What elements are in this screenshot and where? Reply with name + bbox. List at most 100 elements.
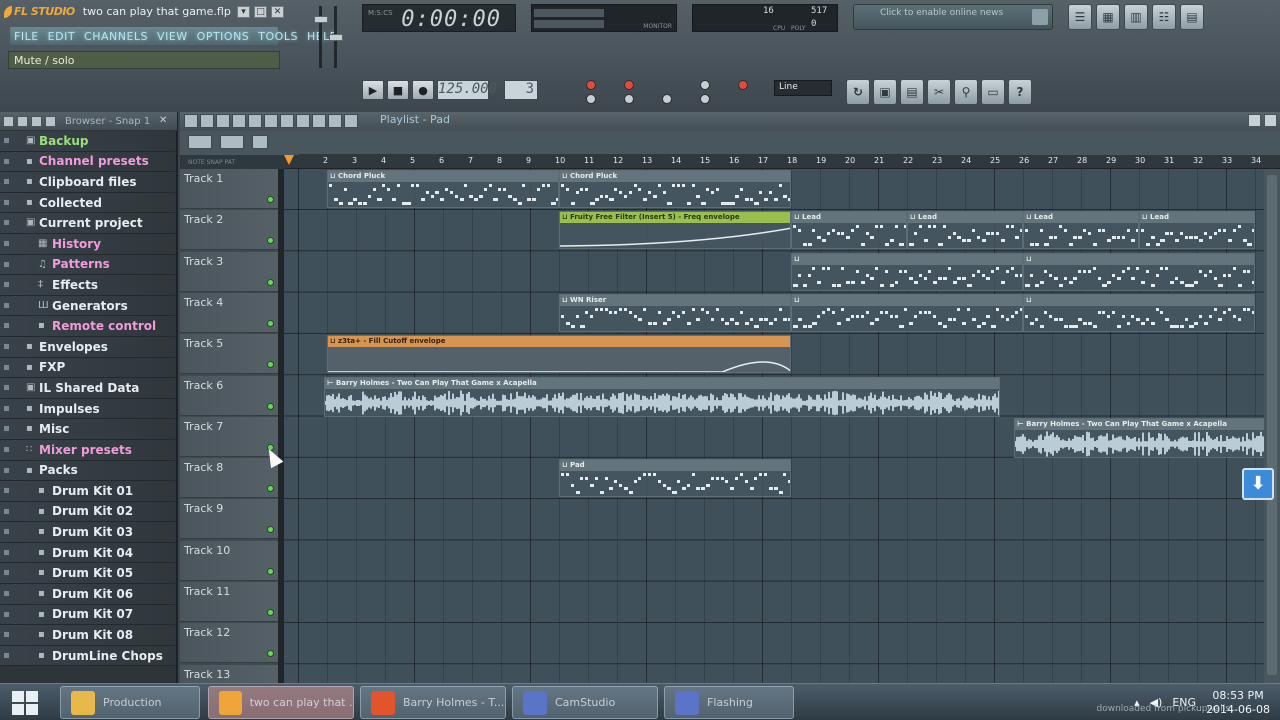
browser-item[interactable]: ▪ Clipboard files [0, 172, 176, 193]
cut-icon[interactable]: ✂ [927, 79, 951, 105]
master-volume-slider[interactable] [312, 4, 343, 70]
menu-tools[interactable]: TOOLS [258, 30, 298, 43]
track-mute-led[interactable] [267, 237, 274, 245]
browser-collapse-icon[interactable] [31, 115, 42, 127]
expand-toggle-icon[interactable] [4, 611, 9, 617]
browser-window-icon[interactable]: ☷ [1152, 4, 1176, 30]
automation-clip[interactable]: ⊔ z3ta+ - Fill Cutoff envelope [327, 335, 791, 374]
browser-item[interactable]: ▪ Drum Kit 07 [0, 604, 176, 626]
track-mode-button[interactable] [188, 135, 212, 149]
playlist-close-icon[interactable] [1264, 114, 1277, 127]
browser-item[interactable]: ▪ Drum Kit 04 [0, 542, 176, 564]
rec-option-icon[interactable] [662, 94, 672, 104]
audio-clip[interactable]: ⊢ Barry Holmes - Two Can Play That Game … [324, 376, 1000, 417]
track-header[interactable]: Track 9 [180, 499, 278, 540]
expand-toggle-icon[interactable] [4, 385, 9, 391]
save-icon[interactable]: ▣ [873, 79, 897, 105]
expand-toggle-icon[interactable] [4, 323, 9, 329]
browser-item[interactable]: ▣ IL Shared Data [0, 378, 176, 399]
minimize-button[interactable]: ▾ [237, 5, 250, 18]
browser-item[interactable]: ▪ Envelopes [0, 336, 176, 358]
expand-toggle-icon[interactable] [4, 591, 9, 597]
browser-item[interactable]: ▪ Drum Kit 03 [0, 522, 176, 543]
track-header[interactable]: Track 3 [180, 251, 278, 292]
pattern-clip[interactable]: ⊔ Chord Pluck [327, 170, 559, 208]
browser-item[interactable]: ▪ Drum Kit 08 [0, 625, 176, 646]
browser-item[interactable]: ▪ Drum Kit 06 [0, 584, 176, 605]
track-mute-led[interactable] [267, 526, 274, 534]
pattern-clip[interactable]: ⊔ [1023, 293, 1255, 332]
rec-option-icon[interactable] [700, 80, 710, 90]
expand-toggle-icon[interactable] [4, 282, 9, 288]
taskbar-button[interactable]: two can play that ... [208, 686, 354, 719]
vertical-scrollbar[interactable] [1264, 169, 1280, 684]
pattern-clip[interactable]: ⊔ [1023, 252, 1255, 291]
track-mute-led[interactable] [267, 196, 274, 203]
search-icon[interactable]: ⚲ [954, 79, 978, 105]
expand-toggle-icon[interactable] [4, 240, 9, 246]
track-mute-led[interactable] [267, 650, 274, 658]
track-header[interactable]: Track 1 [180, 169, 278, 209]
rec-option-icon[interactable] [586, 94, 596, 104]
expand-toggle-icon[interactable] [4, 138, 9, 143]
track-mute-led[interactable] [267, 609, 274, 616]
browser-item[interactable]: ▣ Current project [0, 213, 176, 234]
audio-clip[interactable]: ⊢ Barry Holmes - Two Can Play That Game … [1014, 417, 1264, 458]
menu-arrow-icon[interactable] [184, 114, 198, 128]
browser-item[interactable]: ▪ Channel presets [0, 151, 176, 173]
browser-item[interactable]: ‡ Effects [0, 275, 176, 296]
slip-icon[interactable] [280, 114, 294, 128]
track-header[interactable]: Track 12 [180, 623, 278, 664]
refresh-icon[interactable]: ↻ [846, 79, 870, 105]
disk-icon[interactable]: ▤ [900, 79, 924, 105]
snap-selector[interactable]: Line [774, 80, 832, 96]
browser-item[interactable]: ▪ Drum Kit 02 [0, 501, 176, 523]
rec-option-icon[interactable] [624, 94, 634, 104]
menu-edit[interactable]: EDIT [48, 30, 75, 43]
rec-option-icon[interactable] [586, 80, 596, 90]
menu-channels[interactable]: CHANNELS [84, 30, 148, 43]
pattern-clip[interactable]: ⊔ WN Riser [559, 293, 791, 332]
taskbar-button[interactable]: Flashing [664, 686, 794, 719]
rec-option-icon[interactable] [738, 80, 748, 90]
step-sequencer-icon[interactable]: ▦ [1096, 4, 1120, 30]
playlist-grid[interactable]: ⊔ Chord Pluck ⊔ Chord Pluck ⊔ Fruity Free … [284, 169, 1264, 684]
slider-knob[interactable] [314, 16, 328, 23]
playlist-maximize-icon[interactable] [1248, 114, 1261, 127]
pattern-clip[interactable]: ⊔ Lead [907, 211, 1023, 250]
pattern-clip[interactable]: ⊔ Lead [791, 211, 907, 250]
start-button[interactable] [8, 688, 42, 718]
time-display[interactable]: M:S:CS 0:00:00 [362, 4, 516, 32]
expand-toggle-icon[interactable] [4, 549, 9, 555]
help-icon[interactable]: ? [1008, 79, 1032, 105]
pattern-mode-button[interactable] [220, 135, 244, 149]
playlist-window-icon[interactable]: ☰ [1068, 4, 1092, 30]
track-header[interactable]: Track 2 [180, 210, 278, 251]
track-mute-led[interactable] [267, 567, 274, 575]
piano-roll-icon[interactable]: ▥ [1124, 4, 1148, 30]
browser-close-icon[interactable]: ✕ [159, 115, 171, 127]
expand-toggle-icon[interactable] [4, 302, 9, 308]
expand-toggle-icon[interactable] [4, 446, 9, 452]
timeline-ruler[interactable]: 2 3 4 5 6 7 8 9 10 11 12 13 14 15 16 17 18 19 20 21 22 23 24 25… [284, 155, 1280, 169]
expand-toggle-icon[interactable] [4, 488, 9, 494]
online-news-panel[interactable]: Click to enable online news [853, 4, 1053, 30]
browser-item[interactable]: ▣ Backup [0, 131, 176, 152]
browser-item[interactable]: ▪ FXP [0, 357, 176, 379]
document-icon[interactable]: ▭ [981, 79, 1005, 105]
browser-item[interactable]: ▪ Remote control [0, 316, 176, 337]
note-icon[interactable] [252, 135, 268, 149]
taskbar-button[interactable]: Barry Holmes - T... [360, 686, 506, 719]
scrollbar-thumb[interactable] [1267, 175, 1277, 675]
expand-toggle-icon[interactable] [4, 467, 9, 473]
expand-toggle-icon[interactable] [4, 179, 9, 185]
download-icon[interactable]: ⬇ [1242, 468, 1274, 500]
automation-clip[interactable]: ⊔ Fruity Free Filter (Insert 5) - Freq e… [559, 211, 791, 250]
track-mute-led[interactable] [267, 402, 274, 410]
expand-toggle-icon[interactable] [4, 343, 9, 349]
expand-toggle-icon[interactable] [4, 632, 9, 638]
track-header[interactable]: Track 8 [180, 458, 278, 499]
pattern-clip[interactable]: ⊔ Lead [1139, 211, 1255, 250]
pencil-icon[interactable] [216, 114, 230, 128]
pattern-clip[interactable]: ⊔ Pad [559, 459, 791, 498]
